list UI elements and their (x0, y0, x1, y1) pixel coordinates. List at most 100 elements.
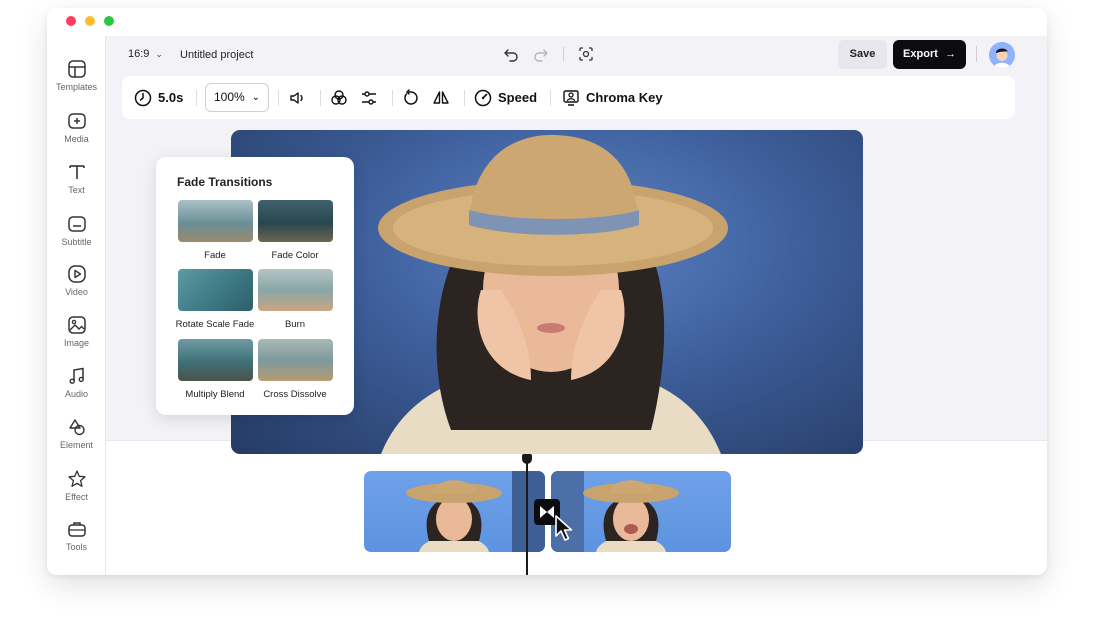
redo-icon[interactable] (533, 46, 549, 62)
speed-icon (474, 89, 492, 106)
history-controls (503, 46, 594, 62)
divider (278, 90, 279, 106)
text-icon (68, 165, 85, 179)
sidebar-item-image[interactable]: Image (47, 315, 106, 359)
transition-fade[interactable]: Fade (175, 200, 255, 261)
divider (464, 90, 465, 106)
tools-icon (67, 522, 86, 537)
effect-icon (67, 470, 86, 487)
sidebar-item-label: Audio (64, 389, 89, 399)
transition-thumbnail (257, 339, 333, 381)
transition-thumbnail (177, 200, 253, 242)
clock-icon (134, 89, 152, 106)
transition-multiply-blend[interactable]: Multiply Blend (175, 339, 255, 400)
image-icon (67, 316, 86, 334)
transition-thumbnail (177, 269, 253, 311)
sliders-icon (362, 90, 376, 105)
divider (976, 46, 977, 62)
app-window: Templates Media Text Subtitle Video Imag… (47, 8, 1047, 575)
transition-rotate-scale-fade[interactable]: Rotate Scale Fade (175, 269, 255, 330)
transition-thumbnail (257, 200, 333, 242)
duration-value: 5.0s (158, 90, 184, 105)
mouse-cursor-icon (555, 515, 573, 541)
transition-label: Rotate Scale Fade (175, 319, 255, 330)
audio-icon (68, 367, 84, 384)
sidebar-item-text[interactable]: Text (47, 162, 106, 206)
volume-button[interactable] (288, 76, 306, 119)
sidebar-item-templates[interactable]: Templates (47, 59, 106, 103)
color-circles-icon (331, 89, 347, 105)
sidebar-item-audio[interactable]: Audio (47, 366, 106, 410)
close-window-button[interactable] (66, 16, 76, 26)
avatar[interactable] (989, 42, 1015, 68)
sidebar: Templates Media Text Subtitle Video Imag… (47, 36, 106, 575)
flip-button[interactable] (432, 76, 450, 119)
sidebar-item-tools[interactable]: Tools (47, 519, 106, 563)
sidebar-item-label: Element (59, 440, 94, 450)
video-icon (67, 265, 86, 283)
sidebar-item-label: Media (64, 134, 89, 144)
timeline-clip[interactable] (551, 471, 731, 552)
flip-icon (433, 90, 449, 104)
chroma-key-icon (563, 89, 579, 106)
divider (392, 90, 393, 106)
save-button[interactable]: Save (838, 40, 887, 69)
sidebar-item-label: Effect (65, 492, 88, 502)
export-button[interactable]: Export → (893, 40, 966, 69)
speed-label: Speed (498, 90, 538, 105)
sidebar-item-label: Image (63, 338, 89, 348)
transition-label: Burn (284, 319, 306, 330)
sidebar-item-label: Video (65, 287, 88, 297)
maximize-window-button[interactable] (104, 16, 114, 26)
sidebar-item-media[interactable]: Media (47, 111, 106, 155)
rotate-button[interactable] (402, 76, 420, 119)
duration-control[interactable]: 5.0s (134, 76, 183, 119)
undo-icon[interactable] (503, 46, 519, 62)
subtitle-icon (67, 216, 86, 232)
zoom-select[interactable]: 100% ⌄ (205, 83, 269, 112)
editor-toolbar: 5.0s 100% ⌄ Speed Chroma Key (122, 76, 1015, 119)
transitions-panel-title: Fade Transitions (177, 175, 273, 189)
divider (320, 90, 321, 106)
minimize-window-button[interactable] (85, 16, 95, 26)
rotate-icon (404, 88, 418, 105)
volume-icon (290, 91, 303, 104)
capture-frame-icon[interactable] (578, 46, 594, 62)
transition-label: Multiply Blend (185, 389, 245, 400)
avatar-icon (989, 42, 1015, 68)
transition-label: Cross Dissolve (263, 389, 327, 400)
transition-cross-dissolve[interactable]: Cross Dissolve (255, 339, 335, 400)
project-name[interactable]: Untitled project (180, 49, 253, 61)
transition-fade-color[interactable]: Fade Color (255, 200, 335, 261)
transitions-panel: Fade Transitions Fade Fade Color Rotate … (156, 157, 354, 415)
sidebar-item-subtitle[interactable]: Subtitle (47, 214, 106, 258)
transition-thumbnail (257, 269, 333, 311)
templates-icon (67, 60, 86, 78)
title-bar (47, 8, 1047, 36)
sidebar-item-effect[interactable]: Effect (47, 469, 106, 513)
speed-button[interactable]: Speed (474, 76, 537, 119)
sidebar-item-label: Text (68, 185, 85, 195)
playhead[interactable] (526, 458, 528, 575)
chroma-key-label: Chroma Key (586, 90, 663, 105)
chroma-key-button[interactable]: Chroma Key (562, 76, 663, 119)
sidebar-item-element[interactable]: Element (47, 417, 106, 461)
clip-thumbnail (551, 471, 679, 552)
arrow-right-icon: → (944, 48, 956, 60)
export-button-label: Export (903, 48, 938, 60)
transition-burn[interactable]: Burn (255, 269, 335, 330)
timeline-clip[interactable] (364, 471, 545, 552)
color-adjust-button[interactable] (330, 76, 348, 119)
zoom-value: 100% (214, 90, 245, 104)
playhead-handle[interactable] (522, 454, 532, 464)
clip-thumbnail (406, 471, 545, 552)
transition-label: Fade (204, 250, 226, 261)
adjust-button[interactable] (360, 76, 378, 119)
divider (550, 90, 551, 106)
sidebar-item-label: Tools (65, 542, 87, 552)
divider (563, 47, 564, 61)
transition-thumbnail (177, 339, 253, 381)
element-icon (68, 419, 85, 436)
aspect-ratio-select[interactable]: 16:9 ⌄ (128, 48, 163, 60)
sidebar-item-video[interactable]: Video (47, 264, 106, 308)
